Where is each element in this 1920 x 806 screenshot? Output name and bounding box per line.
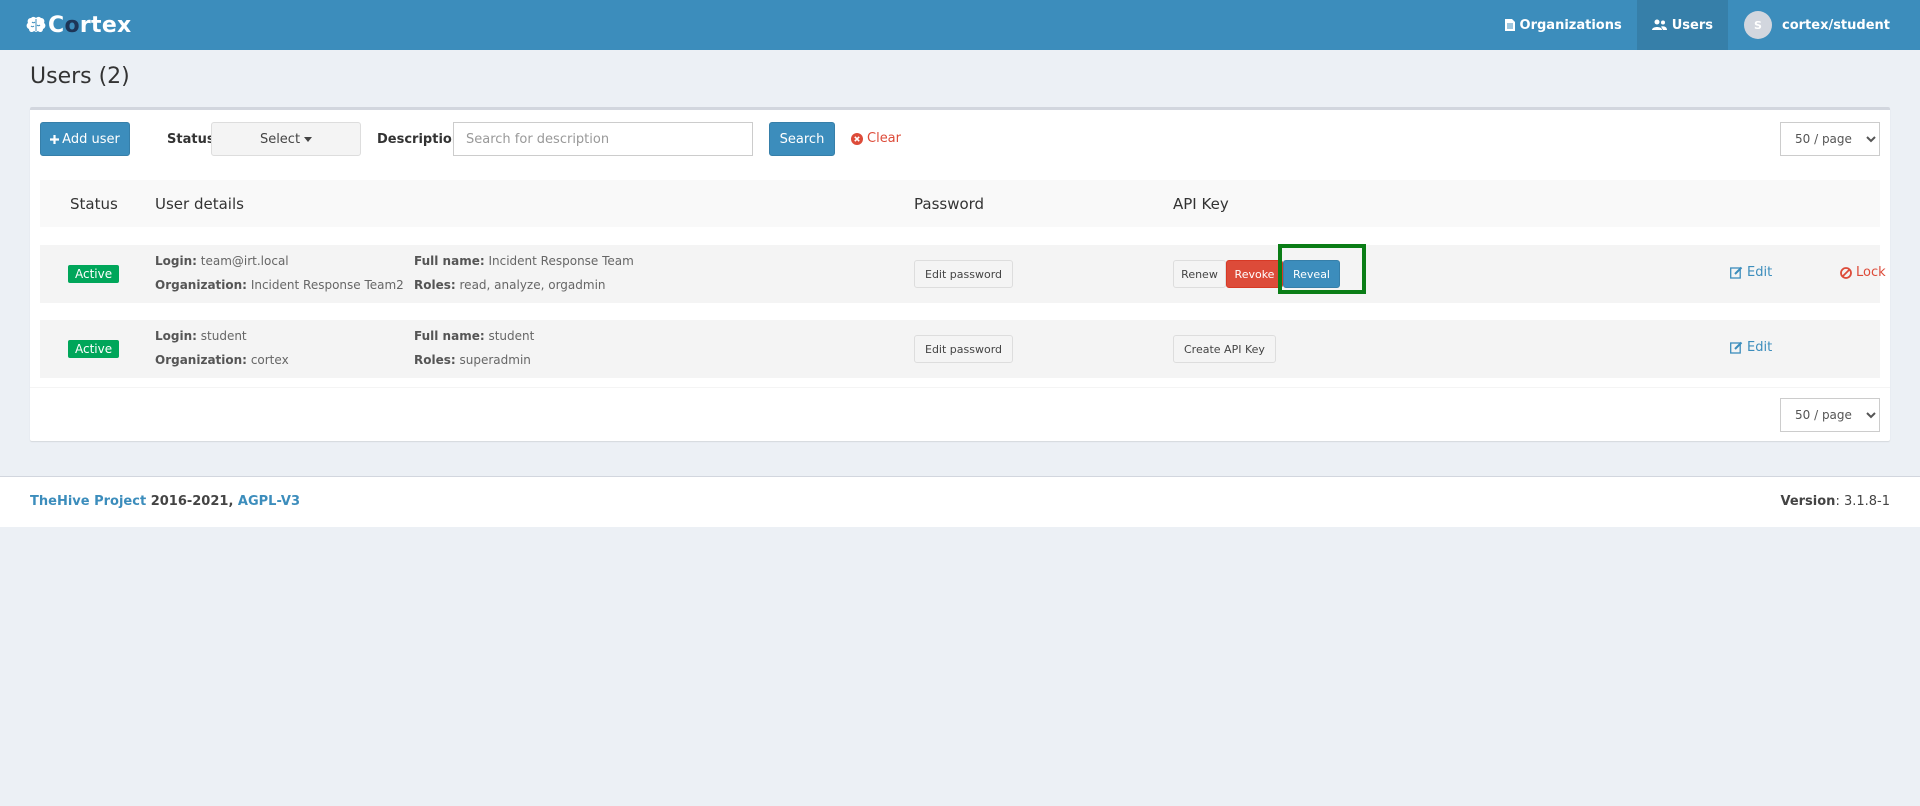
description-search-input[interactable]: [453, 122, 753, 156]
highlight-box: [1278, 244, 1366, 294]
login-value: team@irt.local: [200, 254, 289, 268]
header-status: Status: [70, 195, 118, 213]
users-panel: Add user Status Select Description Searc…: [30, 107, 1890, 441]
edit-icon: [1730, 266, 1743, 279]
add-user-label: Add user: [62, 131, 120, 147]
version-label: Version: [1780, 494, 1836, 509]
page-title: Users (2): [30, 64, 130, 89]
full-name-value: student: [488, 329, 535, 343]
edit-label: Edit: [1747, 340, 1773, 355]
thehive-project-link[interactable]: TheHive Project: [30, 494, 146, 509]
brand-name: Cortex: [48, 12, 132, 38]
header-user-details: User details: [155, 195, 244, 213]
lock-user-button[interactable]: Lock: [1840, 265, 1886, 280]
login-label: Login:: [155, 329, 197, 343]
edit-user-button[interactable]: Edit: [1730, 340, 1772, 355]
roles-value: superadmin: [459, 353, 531, 367]
file-icon: [1504, 19, 1515, 31]
search-button[interactable]: Search: [769, 122, 835, 156]
footer-years: 2016-2021,: [150, 494, 234, 509]
organization-value: cortex: [250, 353, 289, 367]
license-link[interactable]: AGPL-V3: [238, 494, 300, 509]
edit-label: Edit: [1747, 265, 1773, 280]
roles-detail: Roles: superadmin: [414, 353, 531, 367]
caret-down-icon: [304, 136, 313, 142]
user-menu-label: cortex/student: [1781, 17, 1890, 33]
page-size-select-bottom[interactable]: 50 / page: [1780, 398, 1880, 432]
clear-label: Clear: [867, 131, 901, 146]
status-filter-label: Status: [167, 132, 215, 147]
status-select-label: Select: [259, 131, 301, 147]
edit-user-button[interactable]: Edit: [1730, 265, 1772, 280]
edit-password-button[interactable]: Edit password: [914, 335, 1014, 363]
status-badge: Active: [68, 265, 120, 283]
create-api-key-button[interactable]: Create API Key: [1173, 335, 1276, 363]
edit-password-button[interactable]: Edit password: [914, 260, 1014, 288]
nav-organizations-label: Organizations: [1519, 17, 1622, 33]
login-label: Login:: [155, 254, 197, 268]
times-circle-icon: [851, 132, 863, 145]
status-badge: Active: [68, 340, 120, 358]
revoke-api-key-button[interactable]: Revoke: [1226, 260, 1283, 288]
roles-label: Roles:: [414, 353, 456, 367]
full-name-value: Incident Response Team: [488, 254, 634, 268]
full-name-detail: Full name: student: [414, 329, 534, 343]
full-name-detail: Full name: Incident Response Team: [414, 254, 634, 268]
organization-value: Incident Response Team2: [250, 278, 404, 292]
roles-detail: Roles: read, analyze, orgadmin: [414, 278, 606, 292]
header-api-key: API Key: [1173, 195, 1229, 213]
description-filter-label: Description: [377, 132, 462, 147]
clear-button[interactable]: Clear: [851, 131, 901, 146]
avatar: S: [1743, 11, 1772, 39]
header-password: Password: [914, 195, 985, 213]
nav-organizations[interactable]: Organizations: [1490, 0, 1637, 50]
version-value: : 3.1.8-1: [1835, 494, 1890, 509]
nav-users[interactable]: Users: [1636, 0, 1728, 50]
footer: TheHive Project 2016-2021, AGPL-V3 Versi…: [0, 476, 1920, 527]
nav-users-label: Users: [1671, 17, 1713, 33]
login-detail: Login: student: [155, 329, 247, 343]
login-value: student: [200, 329, 247, 343]
table-row: Active Login: student Organization: cort…: [40, 320, 1880, 378]
plus-icon: [50, 134, 60, 144]
page-size-select[interactable]: 50 / page: [1780, 122, 1880, 156]
divider: [30, 387, 1890, 388]
brand-logo-o: o: [64, 12, 80, 38]
user-menu[interactable]: S cortex/student: [1728, 0, 1920, 50]
roles-label: Roles:: [414, 278, 456, 292]
renew-api-key-button[interactable]: Renew: [1173, 260, 1226, 288]
add-user-button[interactable]: Add user: [40, 122, 130, 156]
organization-label: Organization:: [155, 353, 247, 367]
roles-value: read, analyze, orgadmin: [459, 278, 606, 292]
full-name-label: Full name:: [414, 329, 485, 343]
footer-version: Version: 3.1.8-1: [1780, 494, 1890, 509]
edit-icon: [1730, 341, 1743, 354]
table-header: Status User details Password API Key: [40, 180, 1880, 227]
table-row: Active Login: team@irt.local Organizatio…: [40, 245, 1886, 303]
cortex-logo[interactable]: Cortex: [26, 11, 132, 39]
organization-detail: Organization: Incident Response Team2: [155, 278, 404, 292]
status-select[interactable]: Select: [211, 122, 361, 156]
users-icon: [1651, 19, 1667, 30]
organization-label: Organization:: [155, 278, 247, 292]
organization-detail: Organization: cortex: [155, 353, 289, 367]
top-navbar: Cortex Organizations Users S cortex/stud…: [0, 0, 1920, 50]
footer-copyright: TheHive Project 2016-2021, AGPL-V3: [30, 494, 300, 509]
brain-icon: [26, 16, 46, 33]
login-detail: Login: team@irt.local: [155, 254, 289, 268]
ban-icon: [1840, 266, 1852, 279]
lock-label: Lock: [1856, 265, 1886, 280]
full-name-label: Full name:: [414, 254, 485, 268]
